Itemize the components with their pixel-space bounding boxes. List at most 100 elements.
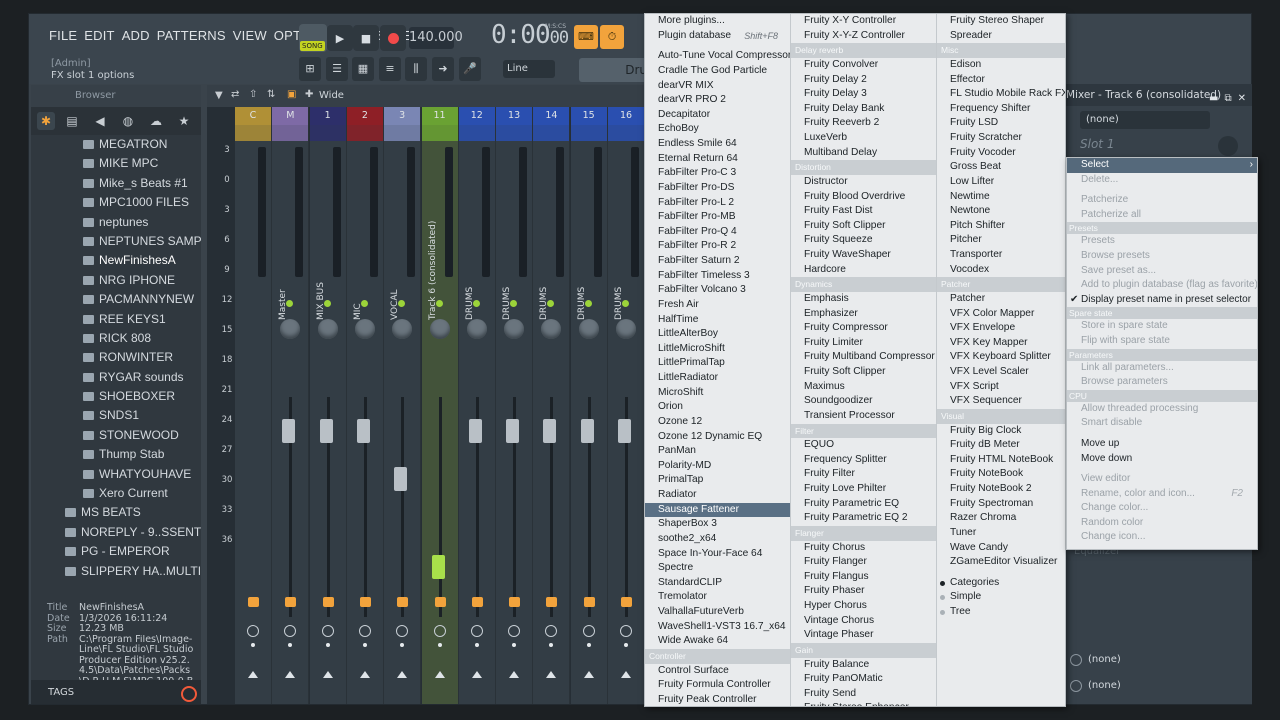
route-circle-icon[interactable] [433, 625, 446, 637]
volume-fader[interactable] [580, 419, 594, 443]
plugin-item[interactable]: Space In-Your-Face 64 [645, 547, 790, 562]
route-circle-icon[interactable] [396, 625, 409, 637]
view-icon[interactable]: ⇄ [231, 89, 239, 100]
plugin-item[interactable]: FabFilter Pro-C 3 [645, 166, 790, 181]
browser-item[interactable]: Xero Current [31, 484, 201, 503]
plugin-item[interactable]: Fruity Stereo Enhancer [791, 701, 936, 706]
plugin-item[interactable]: ValhallaFutureVerb [645, 605, 790, 620]
pan-knob[interactable] [504, 319, 525, 339]
plugin-item[interactable]: LuxeVerb [791, 131, 936, 146]
plugin-item[interactable]: VFX Level Scaler [937, 365, 1065, 380]
plugin-item[interactable]: LittleAlterBoy [645, 327, 790, 342]
pan-knob[interactable] [317, 319, 338, 339]
plugin-item[interactable]: FabFilter Pro-R 2 [645, 239, 790, 254]
plugin-item[interactable]: Fruity Scratcher [937, 131, 1065, 146]
plugin-item[interactable]: Multiband Delay [791, 146, 936, 161]
file-icon[interactable]: ▤ [63, 112, 81, 130]
context-menu-item[interactable]: ✔ Display preset name in preset selector [1067, 293, 1257, 308]
plugin-item[interactable]: WaveShell1-VST3 16.7_x64 [645, 620, 790, 635]
plugin-item[interactable]: Sausage Fattener [645, 502, 790, 518]
strip-led[interactable] [622, 300, 629, 307]
browser-item[interactable]: PG - EMPEROR [31, 542, 201, 561]
plugin-item[interactable]: Fruity Delay 2 [791, 73, 936, 88]
browser-item[interactable]: neptunes [31, 213, 201, 232]
plugin-item[interactable]: Fruity Formula Controller [645, 678, 790, 693]
plugin-item[interactable]: Fruity Spectroman [937, 497, 1065, 512]
typing-keyboard-button[interactable]: ⌨ [574, 25, 598, 49]
plugin-item[interactable]: Fruity Filter [791, 467, 936, 482]
volume-fader[interactable] [394, 467, 408, 491]
countdown-button[interactable]: ⏱ [600, 25, 624, 49]
plugin-item[interactable]: VFX Key Mapper [937, 336, 1065, 351]
plugin-item[interactable]: Transient Processor [791, 409, 936, 424]
tempo-display[interactable]: 140.000 [409, 27, 463, 49]
plugin-item[interactable]: Fruity HTML NoteBook [937, 453, 1065, 468]
minimize-icon[interactable]: ▬ [1209, 88, 1218, 110]
plugin-item[interactable]: VFX Color Mapper [937, 307, 1065, 322]
strip-arrow-icon[interactable] [359, 671, 370, 678]
globe-icon[interactable]: ◍ [119, 112, 137, 130]
plugin-item[interactable]: Transporter [937, 248, 1065, 263]
pan-knob[interactable] [392, 319, 413, 339]
plugin-item[interactable]: Ozone 12 Dynamic EQ [645, 430, 790, 445]
menu-file[interactable]: FILE [49, 28, 77, 43]
browser-item[interactable]: MPC1000 FILES [31, 193, 201, 212]
mixer-strip[interactable]: 16 DRUMS [608, 107, 645, 704]
plus-icon[interactable]: ✚ [305, 89, 313, 100]
tool-button-5[interactable]: ⫼ [405, 57, 427, 81]
route-circle-icon[interactable] [284, 625, 297, 637]
plugin-item[interactable]: FabFilter Saturn 2 [645, 254, 790, 269]
plugin-item[interactable]: PrimalTap [645, 473, 790, 488]
mixer-strip[interactable]: 13 DRUMS [496, 107, 534, 704]
route-circle-icon[interactable] [620, 625, 632, 637]
pan-knob[interactable] [541, 319, 562, 339]
browser-item[interactable]: STONEWOOD [31, 426, 201, 445]
plugin-item[interactable]: Fruity Soft Clipper [791, 365, 936, 380]
plugin-item[interactable]: Frequency Shifter [937, 102, 1065, 117]
play-button[interactable]: ▶ [327, 25, 353, 51]
plugin-item[interactable]: LittlePrimalTap [645, 356, 790, 371]
plugin-item[interactable]: Fruity Phaser [791, 584, 936, 599]
plugin-item[interactable]: FL Studio Mobile Rack FX [937, 87, 1065, 102]
plugin-item[interactable]: Fruity Blood Overdrive [791, 190, 936, 205]
plugin-item[interactable]: Fruity Fast Dist [791, 204, 936, 219]
mixer-strip[interactable]: 12 DRUMS [458, 107, 496, 704]
plugin-item[interactable]: Spreader [937, 29, 1065, 44]
plugin-item[interactable]: LittleMicroShift [645, 342, 790, 357]
plugin-item[interactable]: Fruity Squeeze [791, 233, 936, 248]
plugin-item[interactable]: Fruity PanOMatic [791, 672, 936, 687]
restore-icon[interactable]: ⧉ [1224, 88, 1231, 110]
browser-item[interactable]: SLIPPERY HA..MULTI KIT [31, 562, 201, 577]
upload-icon[interactable]: ⇧ [249, 89, 257, 100]
volume-fader[interactable] [431, 555, 445, 579]
plugin-item[interactable]: Wave Candy [937, 541, 1065, 556]
plugin-item[interactable]: Razer Chroma [937, 511, 1065, 526]
menu-arrow-icon[interactable]: ▼ [215, 90, 223, 101]
browser-item[interactable]: NOREPLY - 9..SSENTIALS [31, 523, 201, 542]
browser-item[interactable]: MIKE MPC [31, 154, 201, 173]
plugin-item[interactable]: Emphasizer [791, 307, 936, 322]
strip-slot-icon[interactable] [471, 597, 483, 607]
pan-knob[interactable] [616, 319, 636, 339]
browser-item[interactable]: WHATYOUHAVE [31, 465, 201, 484]
plugin-item[interactable]: VFX Script [937, 380, 1065, 395]
tool-button-1[interactable]: ⊞ [299, 57, 321, 81]
plugin-item[interactable]: Hyper Chorus [791, 599, 936, 614]
plugin-item[interactable]: Fruity Chorus [791, 541, 936, 556]
strip-slot-icon[interactable] [434, 597, 446, 607]
browser-item[interactable]: NRG IPHONE [31, 271, 201, 290]
plugin-item[interactable]: Fruity X-Y Controller [791, 14, 936, 29]
cloud-icon[interactable]: ☁ [147, 112, 165, 130]
plugin-item[interactable]: Categories [937, 576, 1065, 591]
plugin-item[interactable]: FabFilter Pro-DS [645, 181, 790, 196]
preset-select[interactable]: (none) [1080, 111, 1210, 129]
plugin-item[interactable]: MicroShift [645, 386, 790, 401]
plugin-item[interactable]: Distructor [791, 175, 936, 190]
plugin-item[interactable]: FabFilter Volcano 3 [645, 283, 790, 298]
route-icon[interactable]: ⇅ [267, 89, 275, 100]
plugin-item[interactable]: Vintage Chorus [791, 614, 936, 629]
mixer-strip[interactable]: 15 DRUMS [570, 107, 608, 704]
context-menu-item[interactable]: Move down [1067, 452, 1257, 467]
plugin-item[interactable]: Fruity Multiband Compressor [791, 350, 936, 365]
plugin-item[interactable]: More plugins... [645, 14, 790, 29]
